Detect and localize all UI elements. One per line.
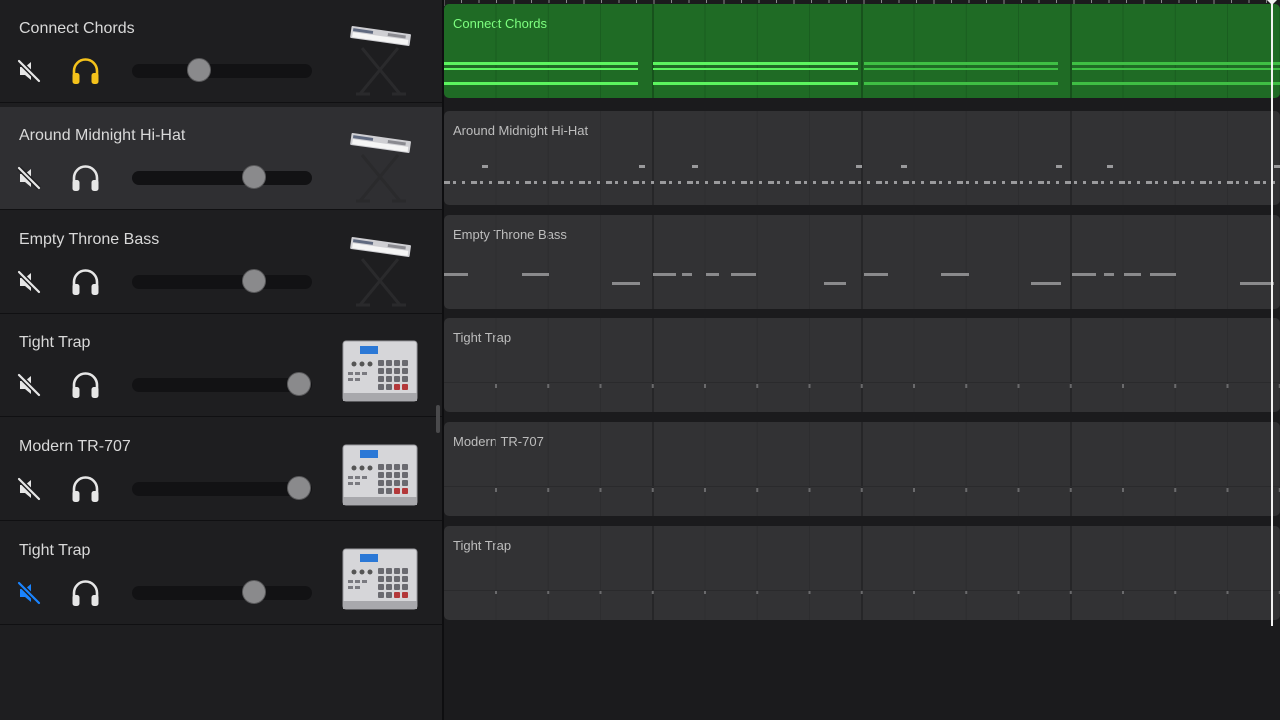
track-header[interactable]: Empty Throne Bass (0, 211, 442, 314)
volume-slider-knob[interactable] (242, 269, 267, 293)
track-name: Empty Throne Bass (19, 231, 160, 248)
tracks-area[interactable]: Connect Chords Around Midnight Hi-Hat Empt… (444, 0, 1280, 720)
track-lane[interactable]: Around Midnight Hi-Hat (444, 107, 1280, 210)
track-region[interactable]: Connect Chords (444, 4, 1280, 98)
volume-slider-knob[interactable] (242, 165, 267, 189)
headphones-icon[interactable] (70, 579, 101, 607)
volume-slider-track[interactable] (132, 171, 312, 185)
playhead[interactable] (1271, 0, 1273, 626)
track-name: Tight Trap (19, 542, 91, 559)
volume-slider-knob[interactable] (287, 372, 312, 396)
headphones-icon[interactable] (70, 57, 101, 85)
track-header[interactable]: Modern TR-707 (0, 418, 442, 521)
volume-slider-track[interactable] (132, 64, 312, 78)
speaker-muted-icon[interactable] (16, 580, 42, 606)
volume-slider-track[interactable] (132, 482, 312, 496)
panel-resize-handle[interactable] (436, 405, 440, 433)
volume-slider-knob[interactable] (186, 58, 211, 82)
headphones-icon[interactable] (70, 268, 101, 296)
track-headers-panel: Connect Chords Around Midnight Hi-Hat Empt… (0, 0, 442, 720)
track-name: Around Midnight Hi-Hat (19, 127, 186, 144)
speaker-muted-icon[interactable] (16, 165, 42, 191)
track-region[interactable]: Modern TR-707 (444, 422, 1280, 516)
track-lane[interactable]: Tight Trap (444, 314, 1280, 417)
volume-slider-knob[interactable] (287, 476, 312, 500)
track-name: Tight Trap (19, 334, 91, 351)
headphones-icon[interactable] (70, 164, 101, 192)
volume-slider-track[interactable] (132, 586, 312, 600)
track-header[interactable]: Around Midnight Hi-Hat (0, 107, 442, 210)
drum-machine-icon[interactable] (342, 548, 418, 610)
drum-machine-icon[interactable] (342, 340, 418, 402)
keyboard-stand-icon[interactable] (342, 127, 418, 205)
volume-slider-knob[interactable] (242, 580, 267, 604)
volume-slider-track[interactable] (132, 378, 312, 392)
keyboard-stand-icon[interactable] (342, 231, 418, 309)
track-header[interactable]: Connect Chords (0, 0, 442, 103)
track-lane[interactable]: Modern TR-707 (444, 418, 1280, 521)
drum-machine-icon[interactable] (342, 444, 418, 506)
track-lane[interactable]: Connect Chords (444, 0, 1280, 103)
speaker-muted-icon[interactable] (16, 476, 42, 502)
track-region[interactable]: Around Midnight Hi-Hat (444, 111, 1280, 205)
track-header[interactable]: Tight Trap (0, 522, 442, 625)
track-header[interactable]: Tight Trap (0, 314, 442, 417)
speaker-muted-icon[interactable] (16, 372, 42, 398)
headphones-icon[interactable] (70, 475, 101, 503)
speaker-muted-icon[interactable] (16, 269, 42, 295)
headphones-icon[interactable] (70, 371, 101, 399)
track-region[interactable]: Empty Throne Bass (444, 215, 1280, 309)
track-name: Connect Chords (19, 20, 135, 37)
track-lane[interactable]: Empty Throne Bass (444, 211, 1280, 314)
volume-slider-track[interactable] (132, 275, 312, 289)
keyboard-stand-icon[interactable] (342, 20, 418, 98)
track-name: Modern TR-707 (19, 438, 131, 455)
track-region[interactable]: Tight Trap (444, 526, 1280, 620)
track-region[interactable]: Tight Trap (444, 318, 1280, 412)
speaker-muted-icon[interactable] (16, 58, 42, 84)
track-lane[interactable]: Tight Trap (444, 522, 1280, 625)
